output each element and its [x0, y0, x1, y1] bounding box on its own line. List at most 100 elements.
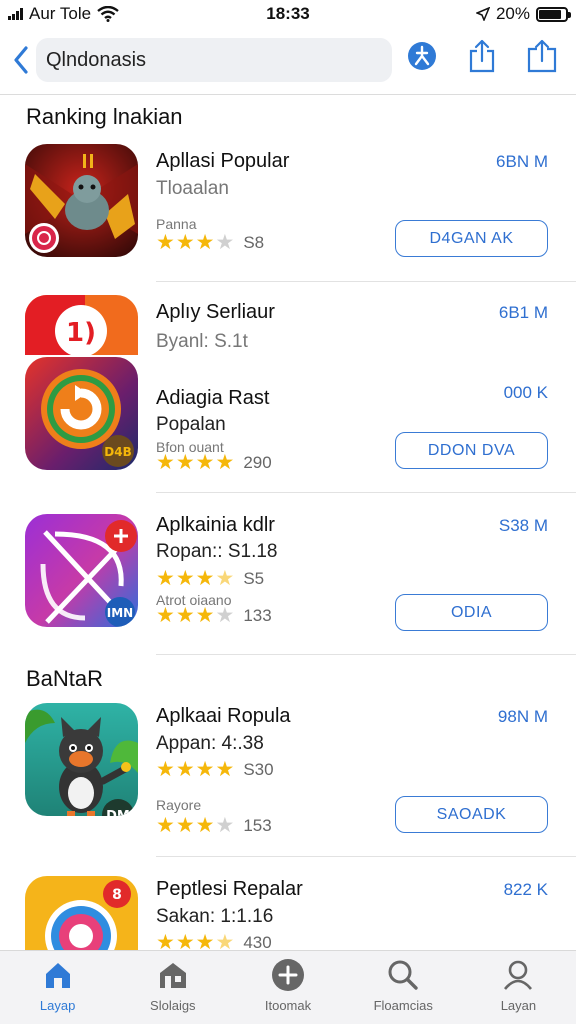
app-icon[interactable]: IMN — [25, 514, 138, 627]
star-icon: ★ — [215, 567, 235, 590]
tab-label: Itoomak — [264, 998, 312, 1013]
house-icon — [40, 957, 76, 993]
tab-label: Floamcias — [373, 998, 433, 1013]
store-icon — [155, 957, 191, 993]
star-icon: ★ — [156, 231, 175, 254]
app-name: Peptlesi Repalar — [156, 878, 303, 900]
star-icon: ★ — [215, 451, 235, 474]
app-subtitle: Appan: 4:.38 — [156, 733, 264, 754]
account-button[interactable] — [406, 38, 438, 74]
star-icon: ★ — [175, 231, 195, 254]
star-icon: ★ — [156, 451, 175, 474]
app-subtitle: Sakan: 1:1.16 — [156, 906, 274, 927]
plus-icon — [270, 957, 306, 993]
share-alt-button[interactable] — [526, 38, 558, 74]
tab-store[interactable]: Slolaigs — [115, 951, 230, 1024]
star-icon: ★ — [215, 231, 235, 254]
star-icon: ★ — [156, 758, 175, 781]
battery-percent: 20% — [495, 4, 530, 23]
section-title-banner: BaNtaR — [26, 666, 104, 691]
row-divider — [156, 654, 576, 655]
app-name: Adiagia Rast — [156, 387, 270, 409]
rating-count: 290 — [243, 452, 272, 472]
tab-label: Slolaigs — [150, 998, 196, 1013]
star-icon: ★ — [195, 814, 215, 837]
rating-count: S30 — [243, 759, 274, 779]
app-icon[interactable] — [25, 144, 138, 257]
app-icon[interactable]: 8 — [25, 876, 138, 956]
app-subtitle: Tloaalan — [156, 178, 229, 199]
rating-count: 133 — [243, 605, 272, 625]
app-subtitle: Popalan — [156, 414, 226, 435]
get-button[interactable]: D4GAN AK — [395, 220, 548, 257]
star-icon: ★ — [195, 231, 215, 254]
star-icon: ★ — [175, 758, 195, 781]
tab-account[interactable]: Layan — [461, 951, 576, 1024]
share-button[interactable] — [466, 38, 498, 74]
star-icon: ★ — [156, 567, 175, 590]
share-icon-alt — [527, 39, 557, 73]
app-size: 822 K — [503, 880, 548, 899]
app-name: Aplıy Serliaur — [156, 301, 275, 323]
rating-stars: ★ ★ ★ ★ S5 — [156, 568, 264, 589]
tab-bar: Layap Slolaigs Itoomak Floamcias Layan — [0, 950, 576, 1024]
search-field[interactable]: Qlndonasis — [36, 38, 392, 82]
star-icon: ★ — [195, 451, 215, 474]
section-title-ranking: Ranking lnakian — [26, 104, 183, 129]
app-icon[interactable]: 1) — [25, 295, 138, 355]
tab-label: Layap — [39, 998, 76, 1013]
location-icon — [475, 7, 490, 21]
tab-add[interactable]: Itoomak — [230, 951, 345, 1024]
app-category: Panna — [156, 216, 197, 232]
app-badge: 8 — [112, 887, 122, 903]
share-icon — [469, 39, 495, 73]
app-badge: DM — [106, 809, 130, 816]
signal-icon — [8, 8, 23, 20]
get-button[interactable]: ODIA — [395, 594, 548, 631]
star-icon: ★ — [175, 451, 195, 474]
rating-count: S8 — [243, 232, 265, 252]
star-icon: ★ — [156, 604, 175, 627]
get-button[interactable]: DDON DVA — [395, 432, 548, 469]
app-badge: D4B — [104, 445, 131, 459]
tab-search[interactable]: Floamcias — [346, 951, 461, 1024]
star-icon: ★ — [195, 604, 215, 627]
app-size: 000 K — [503, 383, 548, 402]
rating-stars: ★ ★ ★ ★ 290 — [156, 452, 272, 473]
app-icon[interactable]: DM — [25, 703, 138, 816]
app-name: Aplkainia kdlr — [156, 514, 275, 536]
rating-stars: ★ ★ ★ ★ S30 — [156, 759, 274, 780]
star-icon: ★ — [215, 758, 235, 781]
star-icon: ★ — [215, 814, 235, 837]
tab-today[interactable]: Layap — [0, 951, 115, 1024]
clock: 18:33 — [266, 4, 310, 23]
chevron-left-icon — [14, 46, 28, 74]
star-icon: ★ — [175, 604, 195, 627]
app-icon[interactable]: D4B — [25, 357, 138, 470]
search-icon — [385, 957, 421, 993]
person-icon — [500, 957, 536, 993]
app-subtitle: Ropan:: S1.18 — [156, 541, 278, 562]
star-icon: ★ — [175, 814, 195, 837]
star-icon: ★ — [156, 814, 175, 837]
status-bar: Aur Tole 18:33 20% — [0, 0, 576, 28]
nav-divider — [0, 94, 576, 95]
battery-icon — [536, 6, 571, 22]
app-size: 6BN M — [496, 152, 548, 171]
back-button[interactable] — [10, 40, 32, 80]
search-text: Qlndonasis — [46, 48, 147, 71]
app-name: Apllasi Popular — [156, 150, 290, 172]
get-button[interactable]: SAOADK — [395, 796, 548, 833]
rating-stars-secondary: ★ ★ ★ ★ 133 — [156, 605, 272, 626]
row-divider — [156, 492, 576, 493]
star-icon: ★ — [195, 758, 215, 781]
app-badge: IMN — [107, 606, 133, 620]
app-size: S38 M — [498, 516, 548, 535]
rating-count: S5 — [243, 568, 265, 588]
app-name: Aplkaai Ropula — [156, 705, 291, 727]
wifi-icon — [97, 6, 119, 22]
rating-stars-secondary: ★ ★ ★ ★ 153 — [156, 815, 272, 836]
row-divider — [156, 856, 576, 857]
account-circle-icon — [408, 42, 436, 70]
star-icon: ★ — [215, 604, 235, 627]
